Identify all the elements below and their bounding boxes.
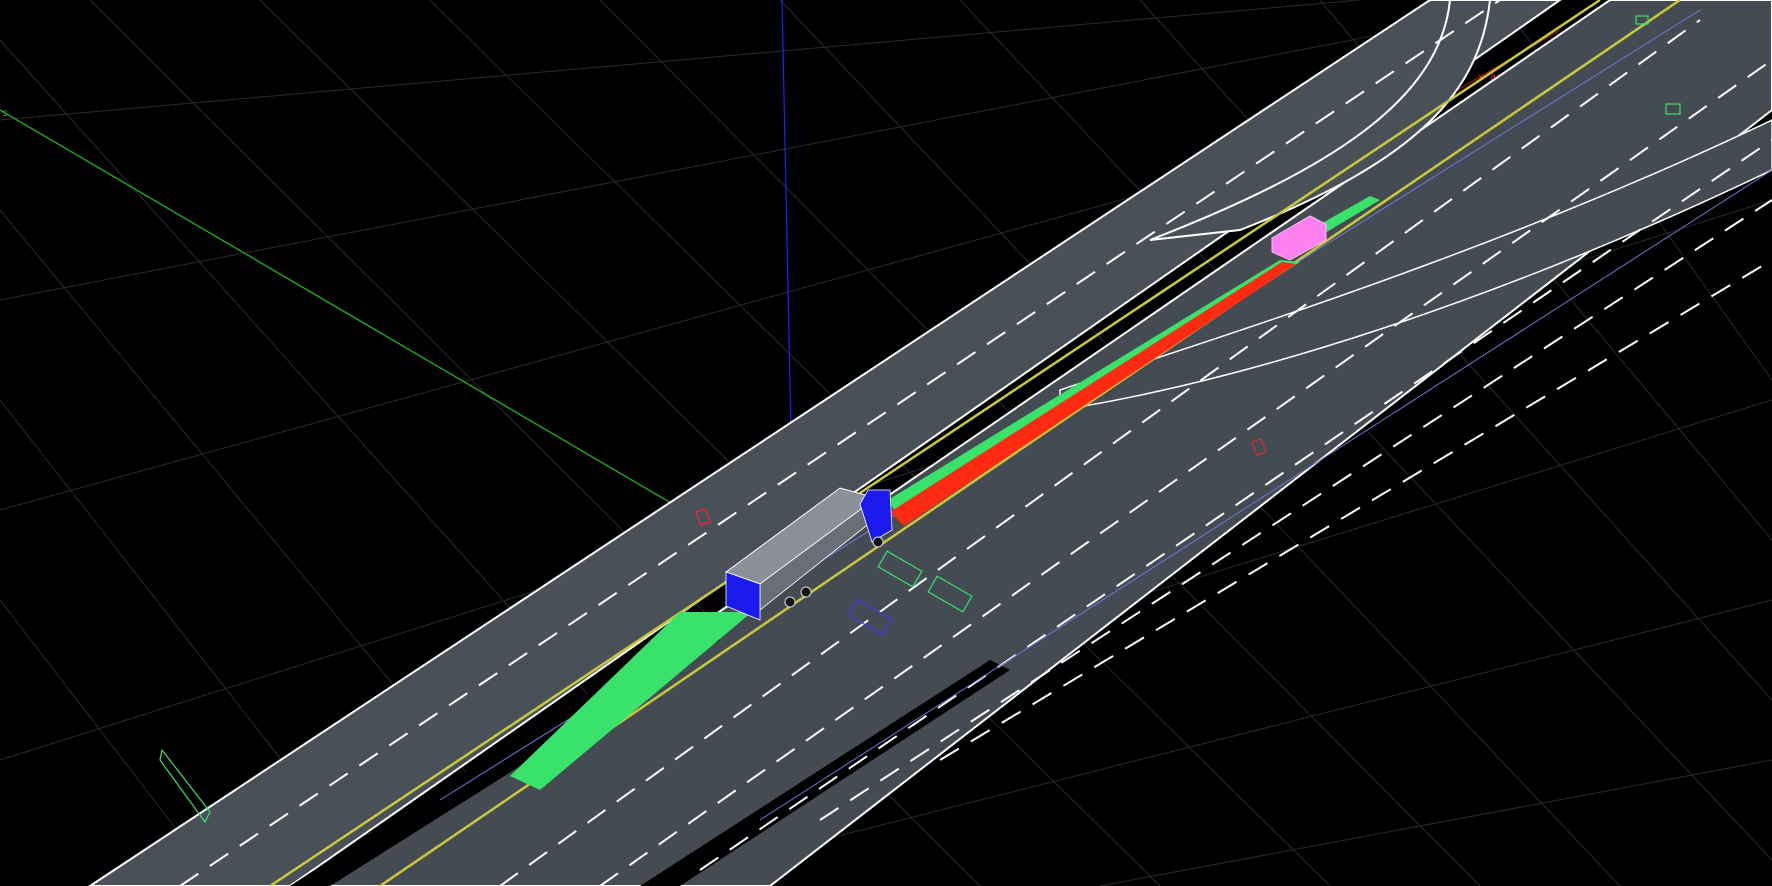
truck-wheel (872, 536, 884, 548)
truck-wheel (800, 586, 812, 598)
axis-y-label: s (2, 108, 8, 119)
3d-scene-viewport[interactable]: x axis (48m) s (0, 0, 1772, 886)
truck-wheel (784, 596, 796, 608)
axis-z-line (781, 0, 793, 481)
road-network (88, 0, 1772, 886)
axis-y-line (0, 109, 701, 521)
